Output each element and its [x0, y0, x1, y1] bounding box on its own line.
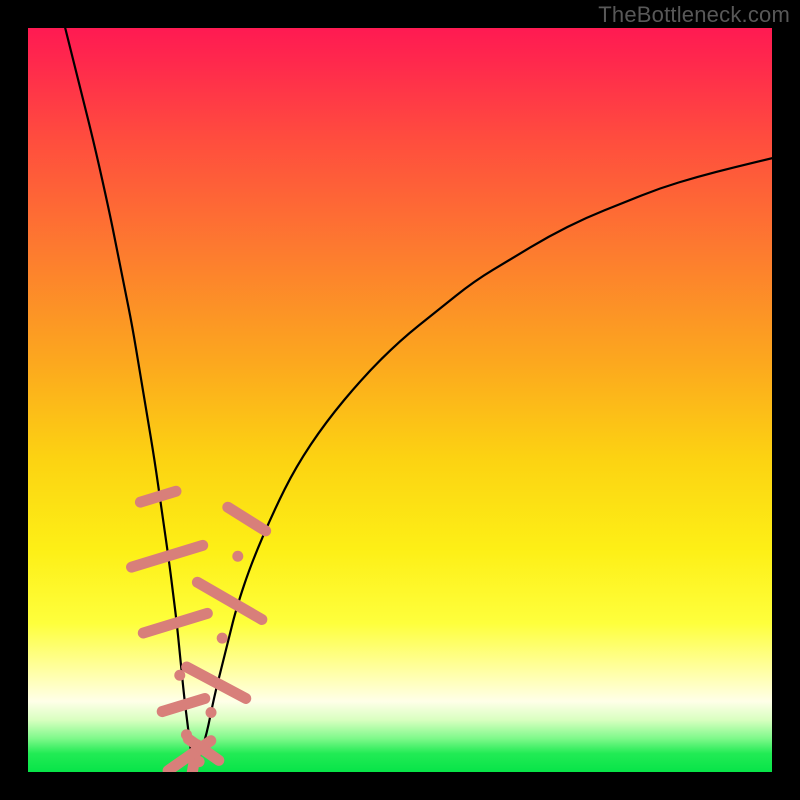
chart-svg: [28, 28, 772, 772]
background-gradient: [28, 28, 772, 772]
marker-dot: [194, 756, 205, 767]
marker-dot: [206, 707, 217, 718]
marker-dot: [232, 551, 243, 562]
watermark-text: TheBottleneck.com: [598, 2, 790, 28]
chart-container: TheBottleneck.com: [0, 0, 800, 800]
marker-dot: [217, 633, 228, 644]
